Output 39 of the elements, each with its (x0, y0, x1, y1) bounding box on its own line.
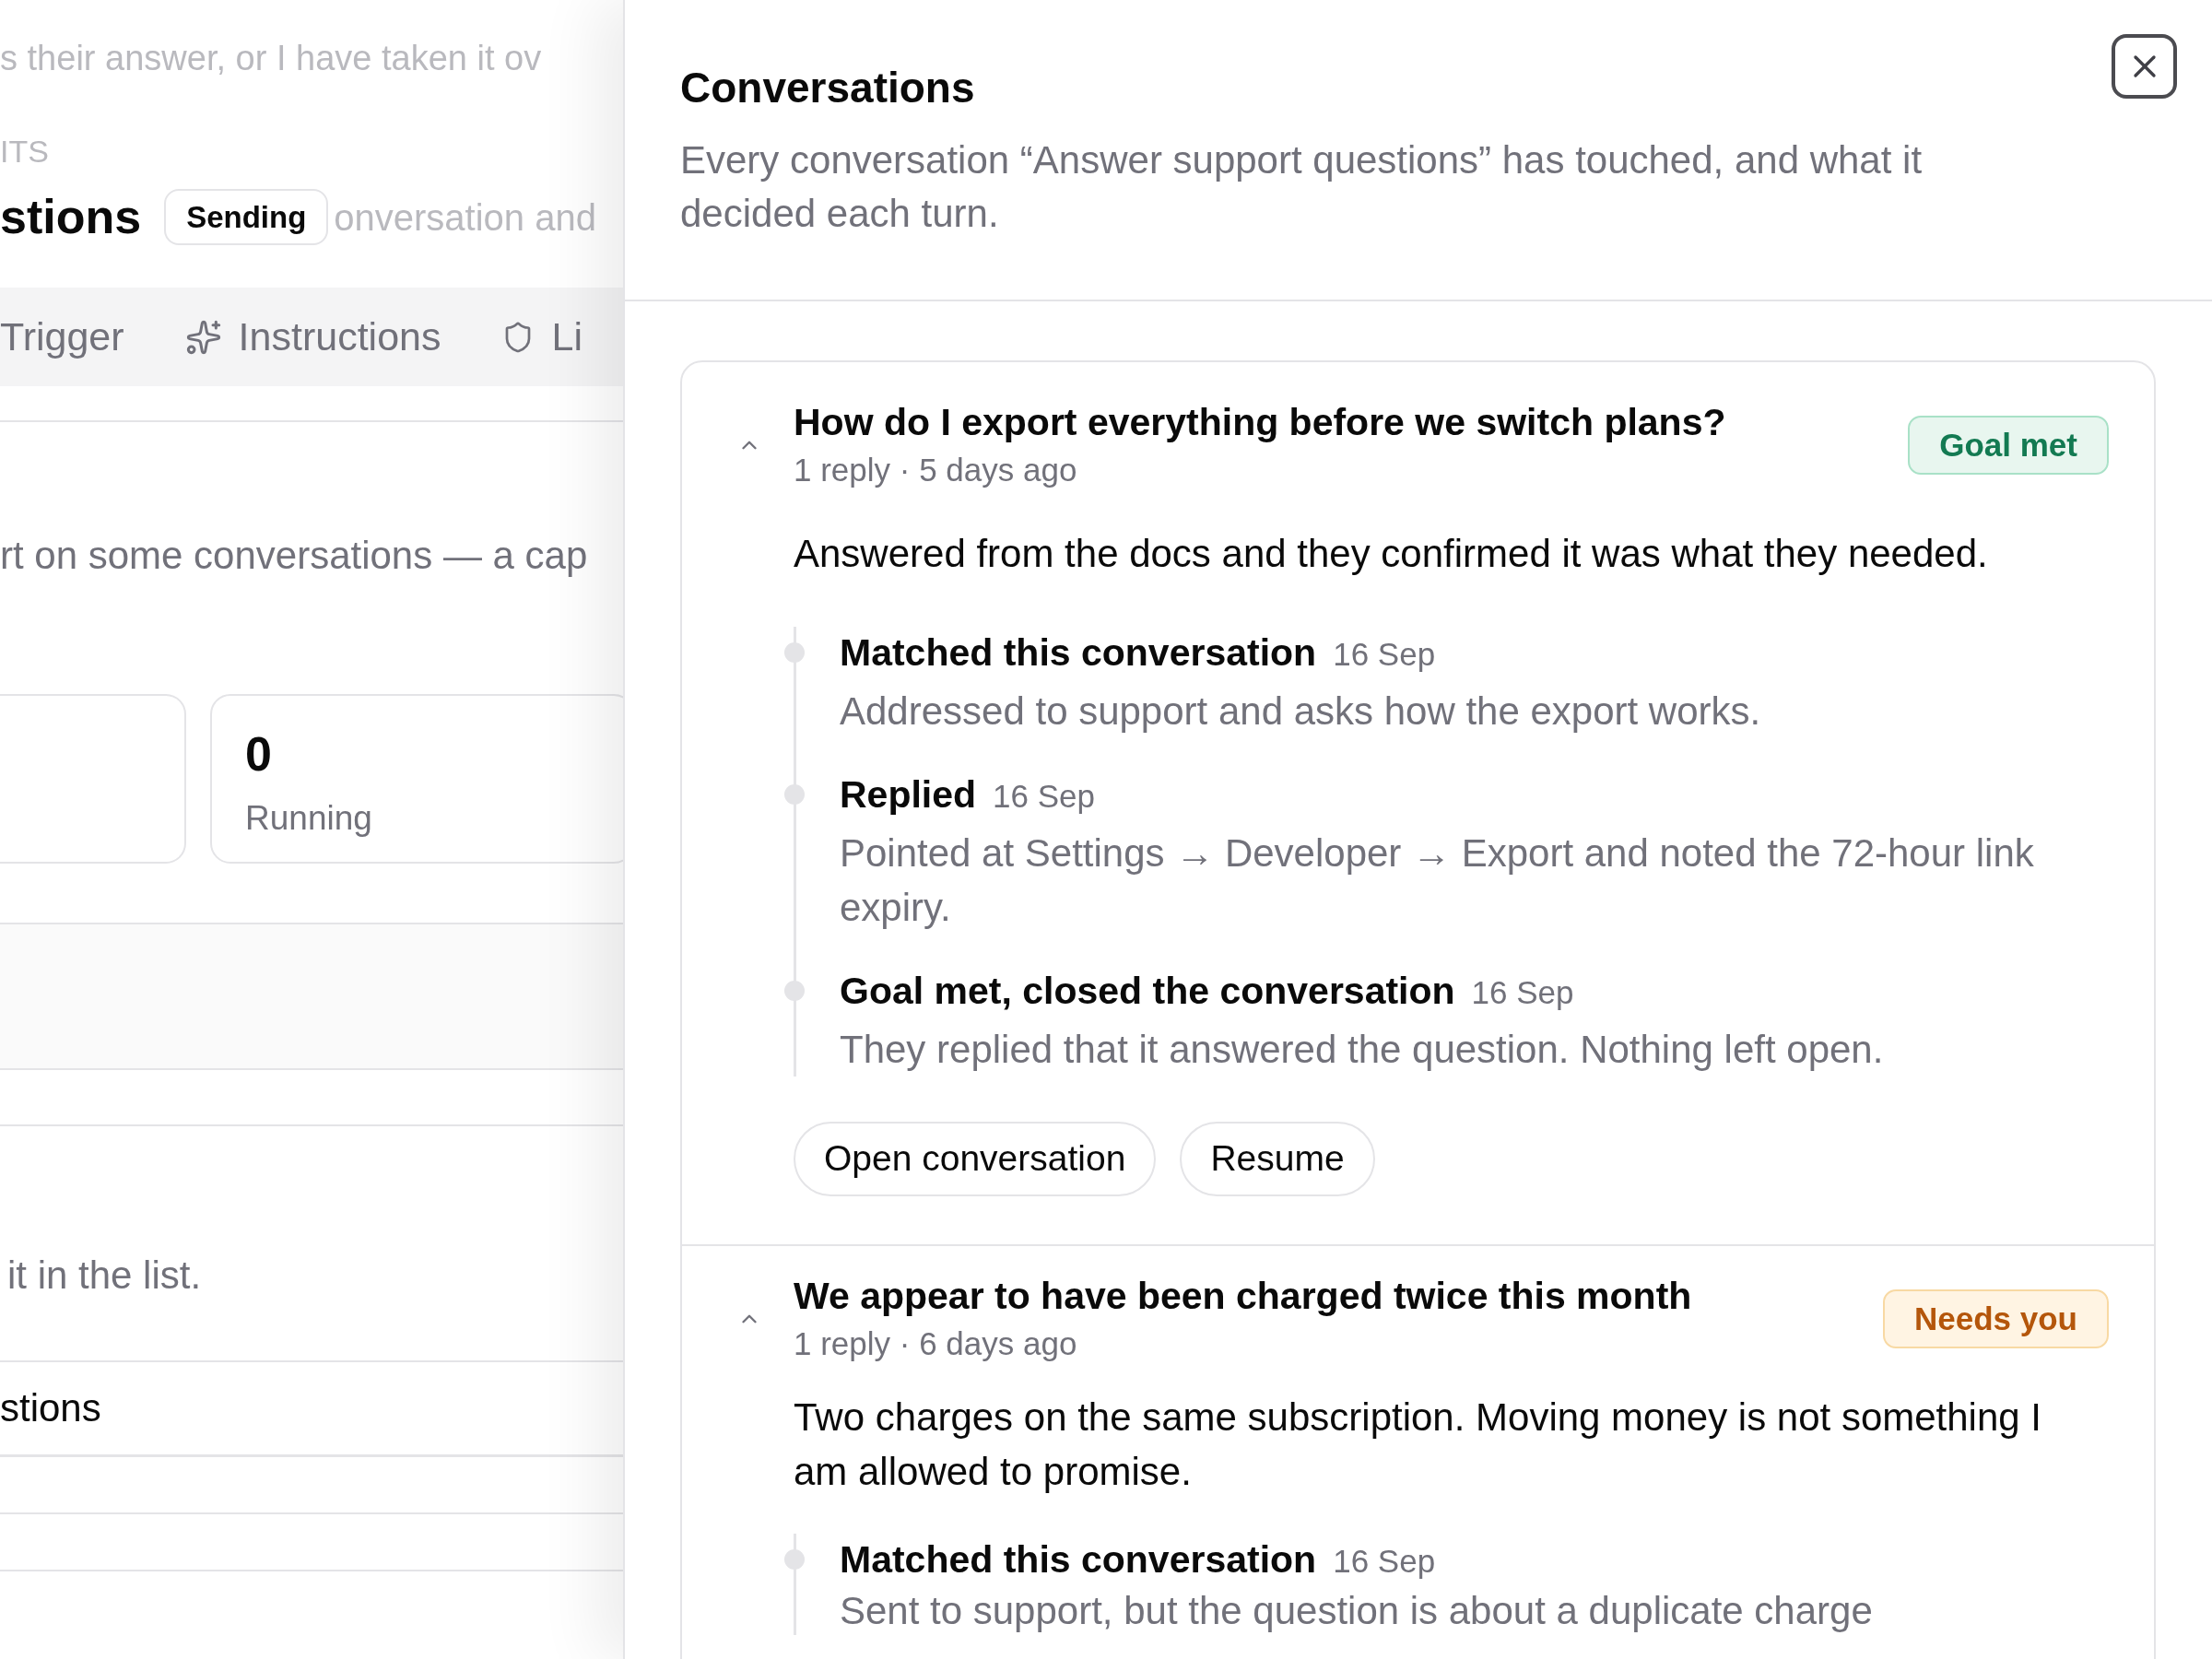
list-item-label: stions (0, 1386, 101, 1430)
status-badge: Goal met (1908, 416, 2109, 475)
status-badge: Needs you (1883, 1289, 2109, 1348)
tab[interactable]: Li (501, 304, 582, 370)
conversation-summary: Two charges on the same subscription. Moving money is not something I am allowed to promise. (794, 1394, 2042, 1495)
event-date: 16 Sep (1333, 1542, 1436, 1581)
description-text: rt on some conversations — a cap (0, 534, 588, 578)
sparkle-icon (184, 318, 222, 356)
page-title: stions (0, 189, 142, 245)
action-button[interactable]: Open conversation (794, 1122, 1157, 1196)
stat-value: 0 (245, 728, 272, 780)
event-title: Matched this conversation (840, 630, 1317, 675)
faded-text: onversation and (334, 195, 596, 240)
conversation-meta: 1 reply · 5 days ago (794, 451, 1077, 489)
action-button[interactable]: Resume (1180, 1122, 1375, 1196)
event-date: 16 Sep (993, 777, 1096, 816)
event-detail: Sent to support, but the question is about a duplicate charge (840, 1588, 1874, 1634)
conversation-title: We appear to have been charged twice this month (794, 1274, 1692, 1318)
conversation-title: How do I export everything before we switch plans? (794, 400, 1726, 444)
event-detail: Pointed at Settings → Developer → Export and noted the 72-hour link expiry. (840, 830, 2035, 931)
event-detail: They replied that it answered the question. Nothing left open. (840, 1027, 1885, 1073)
faded-text: s their answer, or I have taken it ov (0, 38, 542, 79)
event-date: 16 Sep (1471, 973, 1574, 1012)
note-text: it in the list. (6, 1253, 202, 1298)
status-badge: Sending (164, 189, 329, 245)
tab[interactable]: Trigger (0, 304, 124, 370)
event-title: Matched this conversation (840, 1537, 1317, 1582)
event-title: Replied (840, 772, 977, 817)
event-detail: Addressed to support and asks how the export works. (840, 688, 1762, 735)
stat-label: Running (245, 798, 372, 839)
drawer-description: Every conversation “Answer support questions” has touched, and what it decided each turn. (680, 137, 1924, 237)
tab[interactable]: Instructions (184, 304, 441, 370)
close-button[interactable] (2112, 34, 2177, 99)
faded-text: ITS (0, 133, 49, 170)
conversation-summary: Answered from the docs and they confirmed it was what they needed. (794, 531, 1989, 577)
event-title: Goal met, closed the conversation (840, 969, 1455, 1013)
event-date: 16 Sep (1333, 635, 1436, 674)
drawer-title: Conversations (680, 63, 975, 113)
conversation-meta: 1 reply · 6 days ago (794, 1324, 1077, 1363)
